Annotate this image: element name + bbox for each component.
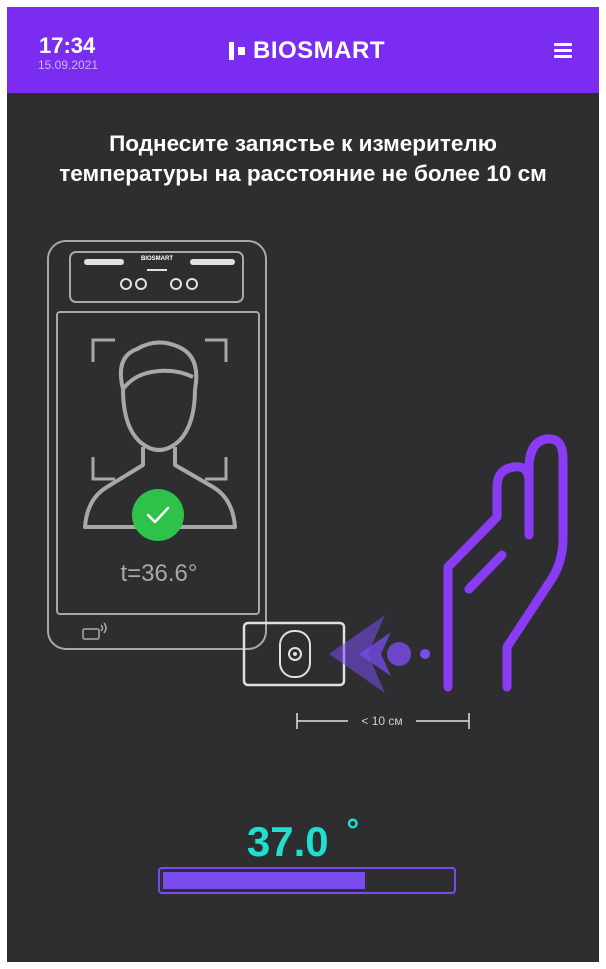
device-sensors	[84, 259, 235, 290]
distance-label: < 10 см	[361, 714, 402, 728]
measured-temperature: 37.0 °	[7, 812, 599, 866]
temperature-illustration: BIOSMART t=36.6° < 10 см	[47, 240, 568, 729]
measurement-progress-bar	[158, 867, 456, 894]
device-brand-text: BIOSMART	[141, 256, 173, 262]
measurement-progress-fill	[163, 872, 365, 889]
nfc-card-icon	[82, 622, 107, 640]
face-temperature-text: t=36.6°	[121, 560, 198, 587]
check-badge	[132, 489, 184, 541]
face-frame-corners	[91, 338, 228, 481]
app-screen: 17:34 15.09.2021 BIOSMART Поднесите запя…	[7, 7, 599, 962]
temperature-unit: °	[346, 812, 360, 848]
temperature-value: 37.0	[246, 818, 329, 865]
terminal-device	[47, 240, 267, 650]
hand-icon	[443, 434, 568, 692]
